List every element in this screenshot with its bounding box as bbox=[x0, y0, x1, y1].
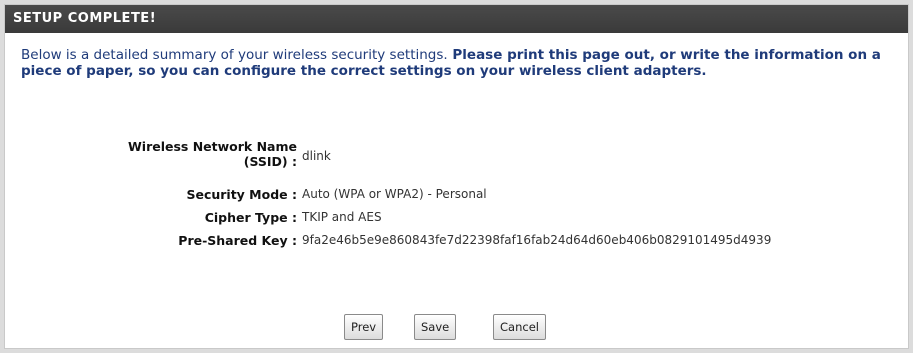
ssid-value: dlink bbox=[302, 149, 331, 163]
intro-normal-text: Below is a detailed summary of your wire… bbox=[21, 47, 448, 63]
setup-complete-panel: SETUP COMPLETE! Below is a detailed summ… bbox=[4, 4, 909, 349]
cipher-type-label: Cipher Type : bbox=[204, 210, 297, 225]
ssid-label: Wireless Network Name (SSID) : bbox=[128, 139, 297, 169]
intro-text: Below is a detailed summary of your wire… bbox=[21, 47, 892, 79]
pre-shared-key-value: 9fa2e46b5e9e860843fe7d22398faf16fab24d64… bbox=[302, 233, 772, 247]
ssid-label-line1: Wireless Network Name bbox=[128, 139, 297, 154]
cipher-type-value: TKIP and AES bbox=[302, 210, 382, 224]
security-mode-label: Security Mode : bbox=[186, 187, 297, 202]
security-mode-value: Auto (WPA or WPA2) - Personal bbox=[302, 187, 487, 201]
prev-button[interactable]: Prev bbox=[344, 314, 384, 340]
ssid-label-line2: (SSID) : bbox=[243, 154, 297, 169]
cancel-button[interactable]: Cancel bbox=[493, 314, 546, 340]
pre-shared-key-label: Pre-Shared Key : bbox=[178, 233, 297, 248]
panel-title: SETUP COMPLETE! bbox=[5, 5, 908, 33]
save-button[interactable]: Save bbox=[414, 314, 457, 340]
